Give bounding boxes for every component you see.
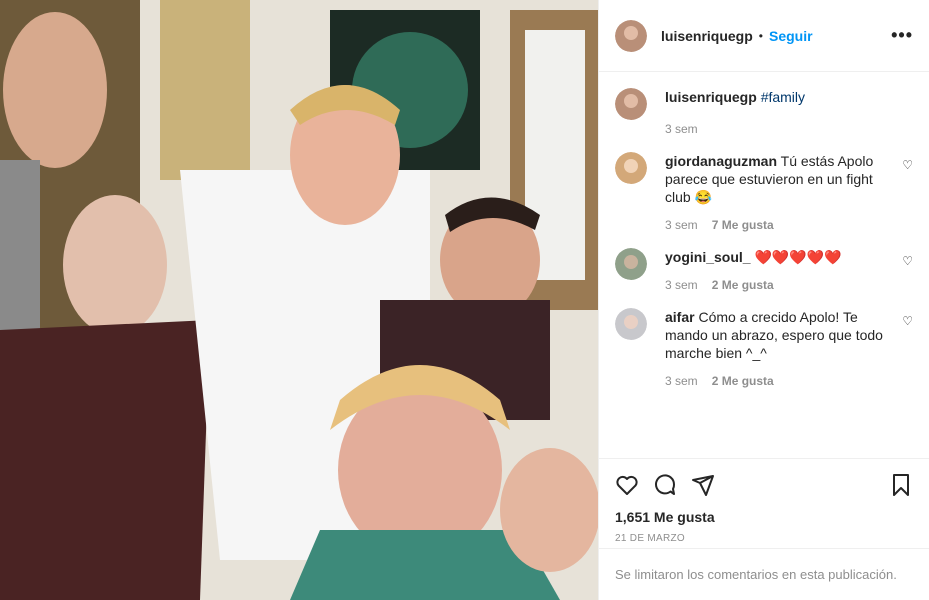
comment-heart-icon[interactable]: ♡ bbox=[902, 314, 913, 328]
post-date: 21 DE MARZO bbox=[615, 533, 685, 544]
comments-limited-notice: Se limitaron los comentarios en esta pub… bbox=[599, 548, 929, 600]
comment-text: ❤️❤️❤️❤️❤️ bbox=[754, 249, 842, 265]
comment-heart-icon[interactable]: ♡ bbox=[902, 158, 913, 172]
bookmark-icon[interactable] bbox=[889, 473, 913, 502]
comment-likes[interactable]: 7 Me gusta bbox=[712, 218, 774, 232]
comment-username[interactable]: yogini_soul_ bbox=[665, 249, 751, 265]
likes-count[interactable]: 1,651 Me gusta bbox=[615, 509, 913, 525]
more-icon[interactable]: ••• bbox=[891, 25, 913, 46]
comment-time: 3 sem bbox=[665, 218, 698, 232]
commenter-avatar[interactable] bbox=[615, 248, 647, 280]
caption-hashtag[interactable]: #family bbox=[761, 89, 805, 105]
comments-list[interactable]: luisenriquegp #family 3 sem giordanaguzm… bbox=[599, 72, 929, 458]
caption: luisenriquegp #family 3 sem bbox=[615, 88, 913, 138]
follow-button[interactable]: Seguir bbox=[769, 28, 813, 44]
comment-username[interactable]: aifar bbox=[665, 309, 695, 325]
comment-text: Cómo a crecido Apolo! Te mando un abrazo… bbox=[665, 309, 883, 361]
separator-dot: • bbox=[758, 28, 763, 43]
comment: aifar Cómo a crecido Apolo! Te mando un … bbox=[615, 308, 913, 390]
comment-time: 3 sem bbox=[665, 374, 698, 388]
share-icon[interactable] bbox=[691, 473, 715, 502]
commenter-avatar[interactable] bbox=[615, 152, 647, 184]
author-username[interactable]: luisenriquegp bbox=[661, 28, 753, 44]
heart-icon[interactable] bbox=[615, 473, 639, 502]
comment-likes[interactable]: 2 Me gusta bbox=[712, 278, 774, 292]
caption-time: 3 sem bbox=[665, 122, 698, 136]
post-panel: luisenriquegp • Seguir ••• luisenriquegp… bbox=[598, 0, 929, 600]
author-avatar[interactable] bbox=[615, 19, 647, 52]
commenter-avatar[interactable] bbox=[615, 308, 647, 340]
comment-time: 3 sem bbox=[665, 278, 698, 292]
post-header: luisenriquegp • Seguir ••• bbox=[599, 0, 929, 72]
comment: yogini_soul_ ❤️❤️❤️❤️❤️ 3 sem 2 Me gusta … bbox=[615, 248, 913, 294]
caption-username[interactable]: luisenriquegp bbox=[665, 89, 757, 105]
photo-illustration bbox=[0, 0, 598, 600]
comment-likes[interactable]: 2 Me gusta bbox=[712, 374, 774, 388]
author-avatar[interactable] bbox=[615, 88, 647, 120]
comment-heart-icon[interactable]: ♡ bbox=[902, 254, 913, 268]
post-actions: 1,651 Me gusta 21 DE MARZO bbox=[599, 458, 929, 544]
comment-icon[interactable] bbox=[653, 473, 677, 502]
comment: giordanaguzman Tú estás Apolo parece que… bbox=[615, 152, 913, 234]
comment-username[interactable]: giordanaguzman bbox=[665, 153, 777, 169]
post-photo[interactable] bbox=[0, 0, 598, 600]
